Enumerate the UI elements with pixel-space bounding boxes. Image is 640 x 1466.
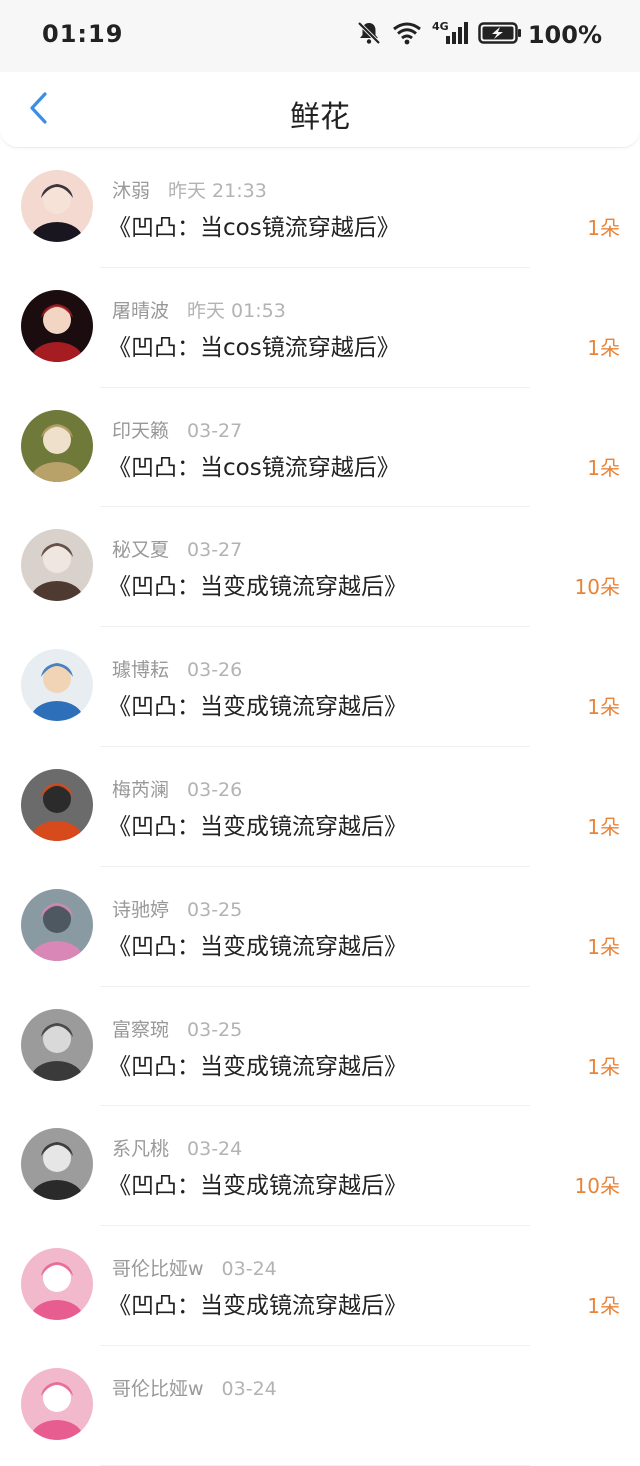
- avatar[interactable]: [21, 1248, 93, 1321]
- sender-name: 哥伦比娅w: [112, 1377, 204, 1400]
- avatar[interactable]: [21, 409, 93, 482]
- list-item[interactable]: 璩博耘 03-26 《凹凸：当变成镜流穿越后》 1朵: [0, 627, 640, 747]
- avatar[interactable]: [21, 170, 93, 242]
- sender-meta: 印天籁 03-27: [112, 416, 242, 443]
- sender-name: 诗驰婷: [112, 898, 170, 921]
- top-app-bar: 鲜花: [0, 72, 640, 148]
- flower-count: 1朵: [587, 934, 620, 959]
- avatar[interactable]: [21, 289, 93, 362]
- wifi-icon: [392, 21, 422, 49]
- network-label: 4G: [432, 20, 449, 33]
- sender-name: 系凡桃: [112, 1138, 170, 1161]
- book-title: 《凹凸：当cos镜流穿越后》: [108, 334, 400, 361]
- list-item[interactable]: 屠晴波 昨天 01:53 《凹凸：当cos镜流穿越后》 1朵: [0, 268, 640, 388]
- list-item[interactable]: 梅芮澜 03-26 《凹凸：当变成镜流穿越后》 1朵: [0, 747, 640, 867]
- book-title: 《凹凸：当cos镜流穿越后》: [108, 215, 400, 241]
- book-title: 《凹凸：当变成镜流穿越后》: [108, 1293, 407, 1320]
- avatar[interactable]: [21, 1367, 93, 1440]
- sender-meta: 富察琬 03-25: [112, 1015, 242, 1042]
- status-icons: 4G 100%: [356, 20, 602, 50]
- flower-count: 10朵: [574, 575, 620, 600]
- book-title: 《凹凸：当变成镜流穿越后》: [108, 1173, 407, 1200]
- avatar[interactable]: [21, 1128, 93, 1201]
- sender-name: 富察琬: [112, 1018, 170, 1041]
- list-item[interactable]: 系凡桃 03-24 《凹凸：当变成镜流穿越后》 10朵: [0, 1106, 640, 1227]
- status-bar: 01:19 4G 100%: [0, 0, 640, 72]
- book-title: 《凹凸：当cos镜流穿越后》: [108, 454, 400, 481]
- send-date: 03-27: [187, 419, 243, 442]
- send-date: 03-26: [187, 659, 243, 682]
- book-title: 《凹凸：当变成镜流穿越后》: [108, 1053, 407, 1080]
- list-item[interactable]: 诗驰婷 03-25 《凹凸：当变成镜流穿越后》 1朵: [0, 867, 640, 987]
- flower-gift-list: 沐弱 昨天 21:33 《凹凸：当cos镜流穿越后》 1朵 屠晴波 昨天 01:53…: [0, 148, 640, 1466]
- flower-count: 1朵: [587, 814, 620, 839]
- sender-meta: 沐弱 昨天 21:33: [112, 176, 267, 203]
- list-item[interactable]: 秘又夏 03-27 《凹凸：当变成镜流穿越后》 10朵: [0, 507, 640, 628]
- avatar[interactable]: [21, 649, 93, 722]
- book-title: 《凹凸：当变成镜流穿越后》: [108, 574, 407, 601]
- sender-meta: 哥伦比娅w 03-24: [112, 1254, 277, 1281]
- book-title: 《凹凸：当变成镜流穿越后》: [108, 694, 407, 721]
- battery-percent: 100%: [527, 21, 602, 49]
- sender-meta: 诗驰婷 03-25: [112, 895, 242, 922]
- send-date: 03-25: [187, 1018, 243, 1041]
- sender-name: 沐弱: [112, 180, 151, 202]
- flower-count: 1朵: [587, 455, 620, 480]
- signal-icon: 4G: [432, 20, 468, 50]
- sender-name: 哥伦比娅w: [112, 1258, 204, 1281]
- flower-count: 1朵: [587, 1054, 620, 1079]
- list-item[interactable]: 哥伦比娅w 03-24: [0, 1346, 640, 1466]
- send-date: 03-26: [187, 778, 243, 801]
- list-item[interactable]: 哥伦比娅w 03-24 《凹凸：当变成镜流穿越后》 1朵: [0, 1226, 640, 1346]
- sender-meta: 系凡桃 03-24: [112, 1134, 242, 1161]
- sender-meta: 哥伦比娅w 03-24: [112, 1374, 277, 1401]
- list-item[interactable]: 沐弱 昨天 21:33 《凹凸：当cos镜流穿越后》 1朵: [0, 148, 640, 268]
- flower-count: 1朵: [587, 1294, 620, 1319]
- sender-meta: 璩博耘 03-26: [112, 655, 242, 682]
- page-title: 鲜花: [290, 100, 350, 135]
- battery-charging-icon: [478, 21, 522, 49]
- send-date: 03-25: [187, 898, 243, 921]
- sender-name: 印天籁: [112, 419, 170, 442]
- list-item[interactable]: 印天籁 03-27 《凹凸：当cos镜流穿越后》 1朵: [0, 388, 640, 508]
- flower-count: 1朵: [587, 216, 620, 240]
- list-item[interactable]: 富察琬 03-25 《凹凸：当变成镜流穿越后》 1朵: [0, 987, 640, 1107]
- send-date: 03-27: [187, 539, 243, 562]
- sender-name: 秘又夏: [112, 539, 170, 562]
- status-time: 01:19: [42, 20, 124, 48]
- mute-bell-icon: [356, 20, 382, 50]
- sender-meta: 屠晴波 昨天 01:53: [112, 296, 286, 323]
- flower-count: 10朵: [574, 1174, 620, 1199]
- sender-name: 屠晴波: [112, 299, 170, 322]
- sender-name: 梅芮澜: [112, 778, 170, 801]
- send-date: 03-24: [187, 1138, 243, 1161]
- flower-count: 1朵: [587, 335, 620, 360]
- avatar[interactable]: [21, 1008, 93, 1081]
- avatar[interactable]: [21, 529, 93, 602]
- avatar[interactable]: [21, 888, 93, 961]
- book-title: 《凹凸：当变成镜流穿越后》: [108, 933, 407, 960]
- send-date: 03-24: [221, 1377, 277, 1400]
- sender-meta: 秘又夏 03-27: [112, 535, 242, 562]
- send-date: 昨天 21:33: [168, 180, 267, 202]
- send-date: 昨天 01:53: [187, 299, 286, 322]
- sender-meta: 梅芮澜 03-26: [112, 775, 242, 802]
- sender-name: 璩博耘: [112, 659, 170, 682]
- avatar[interactable]: [21, 768, 93, 841]
- flower-count: 1朵: [587, 695, 620, 720]
- book-title: 《凹凸：当变成镜流穿越后》: [108, 813, 407, 840]
- send-date: 03-24: [221, 1258, 277, 1281]
